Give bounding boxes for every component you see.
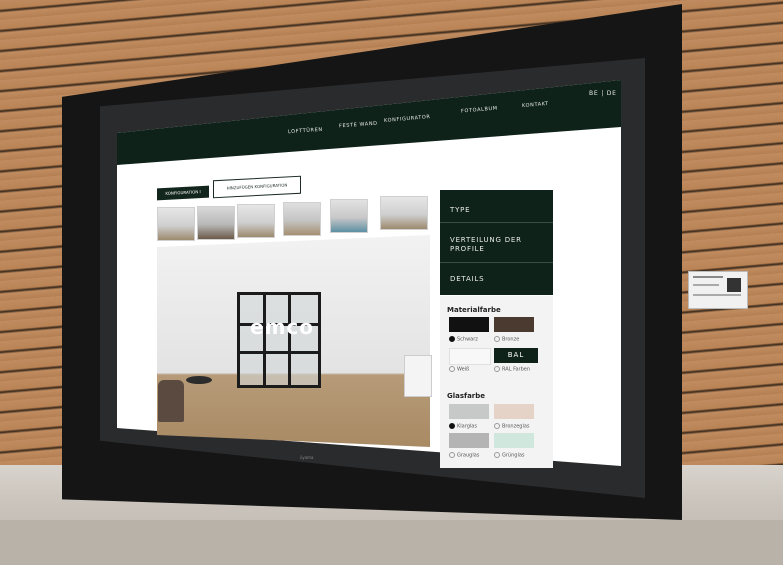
radio-icon: [494, 366, 500, 372]
radio-selected-icon: [449, 423, 455, 429]
option-label: RAL Farben: [502, 366, 531, 373]
option-klarglas[interactable]: Klarglas: [449, 423, 477, 430]
option-bronzeglas[interactable]: Bronzeglas: [494, 423, 530, 430]
swatch-ral[interactable]: BAL: [494, 348, 538, 363]
panel-item-verteilung[interactable]: VERTEILUNG DER PROFILE: [450, 236, 540, 254]
wall-label-sticker: [688, 271, 748, 309]
radio-icon: [494, 452, 500, 458]
glass-heading: Glasfarbe: [447, 392, 486, 400]
panel-item-details[interactable]: DETAILS: [450, 275, 484, 283]
option-label: Bronze: [502, 336, 520, 343]
steel-glass-door-preview: [237, 292, 321, 388]
option-label: Weiß: [457, 366, 470, 373]
swatch-klarglas[interactable]: [449, 404, 489, 419]
option-gruenglas[interactable]: Grünglas: [494, 452, 525, 459]
tv-brand-logo: iiyama: [300, 455, 314, 460]
option-grauglas[interactable]: Grauglas: [449, 452, 479, 459]
material-heading: Materialfarbe: [447, 306, 501, 314]
thumbnail-room-5[interactable]: [330, 199, 368, 233]
option-bronze[interactable]: Bronze: [494, 336, 519, 343]
thumbnail-room-3[interactable]: [237, 204, 275, 238]
panel-item-type[interactable]: TYPE: [450, 206, 470, 214]
swatch-schwarz[interactable]: [449, 317, 489, 332]
shelf-front: [0, 520, 783, 565]
thumbnail-room-1[interactable]: [157, 207, 195, 241]
option-schwarz[interactable]: Schwarz: [449, 336, 478, 343]
thumbnail-room-2[interactable]: [197, 206, 235, 240]
radio-icon: [449, 366, 455, 372]
radio-icon: [494, 336, 500, 342]
white-cabinet: [404, 355, 432, 397]
language-switch[interactable]: BE | DE: [589, 90, 617, 97]
option-label: Klarglas: [457, 423, 477, 430]
option-label: Schwarz: [457, 336, 478, 343]
option-label: Bronzeglas: [502, 423, 530, 430]
radio-icon: [494, 423, 500, 429]
option-label: Grünglas: [502, 452, 525, 459]
swatch-weiss[interactable]: [449, 348, 491, 365]
swatch-bronze[interactable]: [494, 317, 534, 332]
swatch-grauglas[interactable]: [449, 433, 489, 448]
panel-divider: [440, 222, 553, 223]
radio-icon: [449, 452, 455, 458]
option-weiss[interactable]: Weiß: [449, 366, 469, 373]
thumbnail-room-4[interactable]: [283, 202, 321, 236]
room-wall-logo: emco: [250, 315, 314, 339]
radio-selected-icon: [449, 336, 455, 342]
option-ral[interactable]: RAL Farben: [494, 366, 534, 373]
swatch-gruenglas[interactable]: [494, 433, 534, 448]
swatch-bronzeglas[interactable]: [494, 404, 534, 419]
option-label: Grauglas: [457, 452, 480, 459]
panel-divider: [440, 262, 553, 263]
thumbnail-room-6[interactable]: [380, 196, 428, 230]
armchair: [158, 380, 184, 422]
coffee-table: [186, 376, 212, 384]
